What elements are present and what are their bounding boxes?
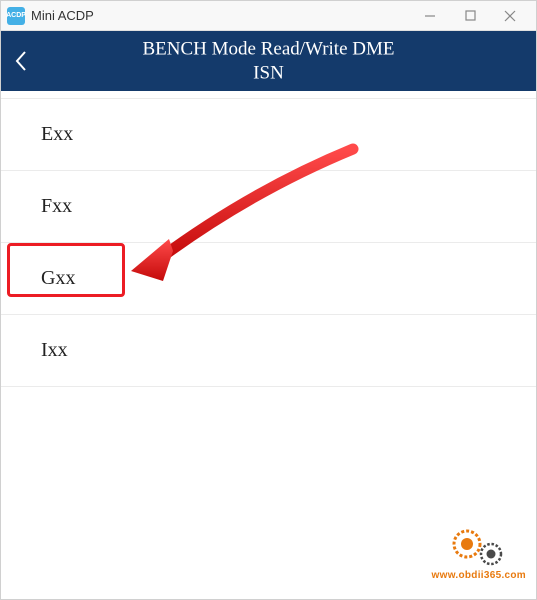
app-icon: ACDP (7, 7, 25, 25)
watermark-logo-icon (449, 526, 509, 568)
page-title-line1: BENCH Mode Read/Write DME (142, 38, 394, 59)
close-button[interactable] (490, 2, 530, 30)
content-list: Exx Fxx Gxx Ixx (1, 91, 536, 387)
list-item-label: Exx (41, 123, 73, 146)
list-item-label: Fxx (41, 195, 72, 218)
list-item-ixx[interactable]: Ixx (1, 315, 536, 387)
minimize-button[interactable] (410, 2, 450, 30)
page-title: BENCH Mode Read/Write DME ISN (142, 37, 394, 85)
window-title: Mini ACDP (31, 8, 410, 23)
list-spacer (1, 91, 536, 99)
list-item-gxx[interactable]: Gxx (1, 243, 536, 315)
list-item-fxx[interactable]: Fxx (1, 171, 536, 243)
window-titlebar: ACDP Mini ACDP (1, 1, 536, 31)
list-item-exx[interactable]: Exx (1, 99, 536, 171)
app-header: BENCH Mode Read/Write DME ISN (1, 31, 536, 91)
watermark: www.obdii365.com (432, 526, 526, 581)
list-item-label: Gxx (41, 267, 75, 290)
watermark-url: www.obdii365.com (432, 570, 526, 581)
maximize-button[interactable] (450, 2, 490, 30)
list-item-label: Ixx (41, 339, 68, 362)
back-button[interactable] (1, 31, 41, 91)
page-title-line2: ISN (253, 62, 284, 83)
